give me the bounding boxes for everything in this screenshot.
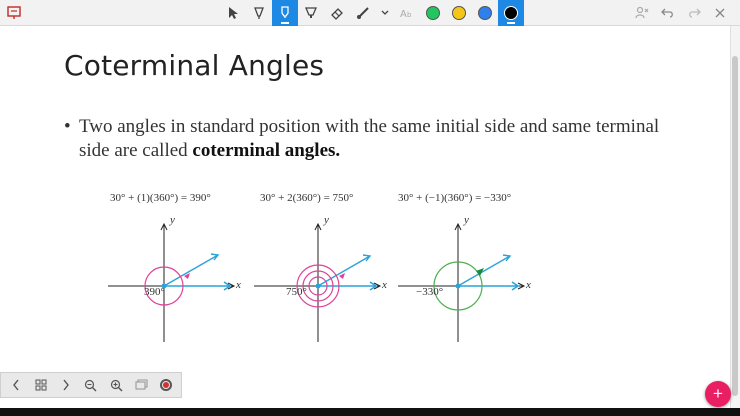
text-icon[interactable]: Ab <box>394 0 420 26</box>
chevron-left-icon[interactable] <box>5 374 27 396</box>
color-blue-swatch[interactable] <box>472 0 498 26</box>
top-toolbar: Ab <box>0 0 740 26</box>
angle-label: 390° <box>144 286 165 298</box>
svg-text:b: b <box>407 11 412 19</box>
bullet-text: Two angles in standard position with the… <box>64 115 684 163</box>
highlighter-icon[interactable] <box>298 0 324 26</box>
slideshow-controls <box>0 372 182 398</box>
bottom-frame-edge <box>0 408 740 416</box>
bullet-plain-text: Two angles in standard position with the… <box>79 116 660 161</box>
x-axis-label: x <box>526 279 531 291</box>
y-axis-label: y <box>464 214 469 226</box>
svg-text:A: A <box>400 9 407 19</box>
chevron-down-icon[interactable] <box>376 0 394 26</box>
zoom-out-icon[interactable] <box>80 374 102 396</box>
angle-label: −330° <box>416 286 444 298</box>
bullet-bold-text: coterminal angles. <box>192 140 341 161</box>
app-window: Ab Coterminal Angles • Two angles in sta… <box>0 0 740 416</box>
people-icon[interactable] <box>632 0 652 26</box>
x-axis-label: x <box>382 279 387 291</box>
redo-icon[interactable] <box>684 0 704 26</box>
undo-icon[interactable] <box>658 0 678 26</box>
close-icon[interactable] <box>710 0 730 26</box>
toolbar-right <box>632 0 730 26</box>
pen-icon[interactable] <box>246 0 272 26</box>
y-axis-label: y <box>324 214 329 226</box>
marker-icon[interactable] <box>272 0 298 26</box>
tool-group: Ab <box>220 0 524 26</box>
vertical-scrollbar[interactable] <box>730 26 740 408</box>
cursor-icon[interactable] <box>220 0 246 26</box>
zoom-in-icon[interactable] <box>105 374 127 396</box>
brush-icon[interactable] <box>350 0 376 26</box>
coterminal-diagram-1: 30° + (1)(360°) = 390° 390° x y <box>104 192 244 342</box>
grid-icon[interactable] <box>30 374 52 396</box>
chevron-right-icon[interactable] <box>55 374 77 396</box>
color-green-swatch[interactable] <box>420 0 446 26</box>
screen-icon[interactable] <box>130 374 152 396</box>
add-button[interactable]: + <box>705 381 731 407</box>
angle-label: 750° <box>286 286 307 298</box>
x-axis-label: x <box>236 279 241 291</box>
slide-canvas: Coterminal Angles • Two angles in standa… <box>8 26 730 408</box>
coterminal-diagram-2: 30° + 2(360°) = 750° 750° x y <box>252 192 392 342</box>
bullet-point: • Two angles in standard position with t… <box>64 115 684 163</box>
color-yellow-swatch[interactable] <box>446 0 472 26</box>
record-icon[interactable] <box>155 374 177 396</box>
presentation-icon[interactable] <box>4 3 24 23</box>
scroll-thumb[interactable] <box>732 56 738 396</box>
slide-title: Coterminal Angles <box>64 49 325 82</box>
angle-graph <box>254 222 382 342</box>
y-axis-label: y <box>170 214 175 226</box>
coterminal-diagram-3: 30° + (−1)(360°) = −330° −330° x y <box>394 192 544 342</box>
bullet-dot: • <box>64 116 71 137</box>
eraser-icon[interactable] <box>324 0 350 26</box>
color-black-swatch[interactable] <box>498 0 524 26</box>
angle-graph <box>398 222 526 342</box>
